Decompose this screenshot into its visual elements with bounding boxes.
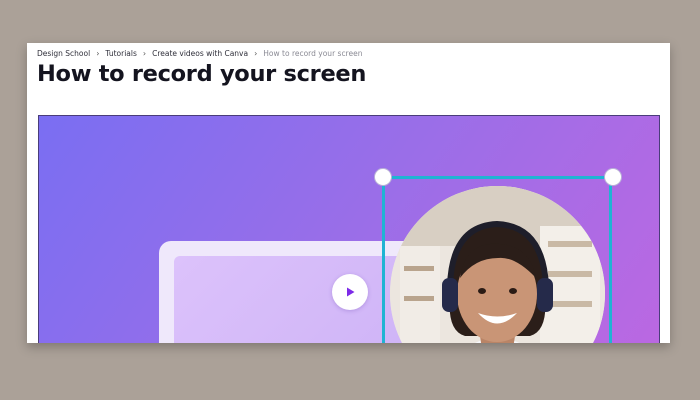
chevron-right-icon: › bbox=[96, 49, 100, 58]
breadcrumb-current: How to record your screen bbox=[263, 49, 363, 58]
breadcrumb-tutorials[interactable]: Tutorials bbox=[105, 49, 136, 58]
breadcrumb-design-school[interactable]: Design School bbox=[37, 49, 90, 58]
resize-handle-top-right[interactable] bbox=[604, 168, 622, 186]
breadcrumb-create-videos[interactable]: Create videos with Canva bbox=[152, 49, 248, 58]
resize-handle-top-left[interactable] bbox=[374, 168, 392, 186]
hero-illustration bbox=[38, 115, 660, 343]
selection-frame[interactable] bbox=[382, 176, 612, 343]
breadcrumb: Design School › Tutorials › Create video… bbox=[37, 49, 362, 58]
play-button[interactable] bbox=[332, 274, 368, 310]
design-school-page: Design School › Tutorials › Create video… bbox=[27, 43, 670, 343]
chevron-right-icon: › bbox=[254, 49, 258, 58]
page-title: How to record your screen bbox=[37, 61, 367, 87]
play-icon bbox=[347, 287, 355, 297]
chevron-right-icon: › bbox=[142, 49, 147, 58]
